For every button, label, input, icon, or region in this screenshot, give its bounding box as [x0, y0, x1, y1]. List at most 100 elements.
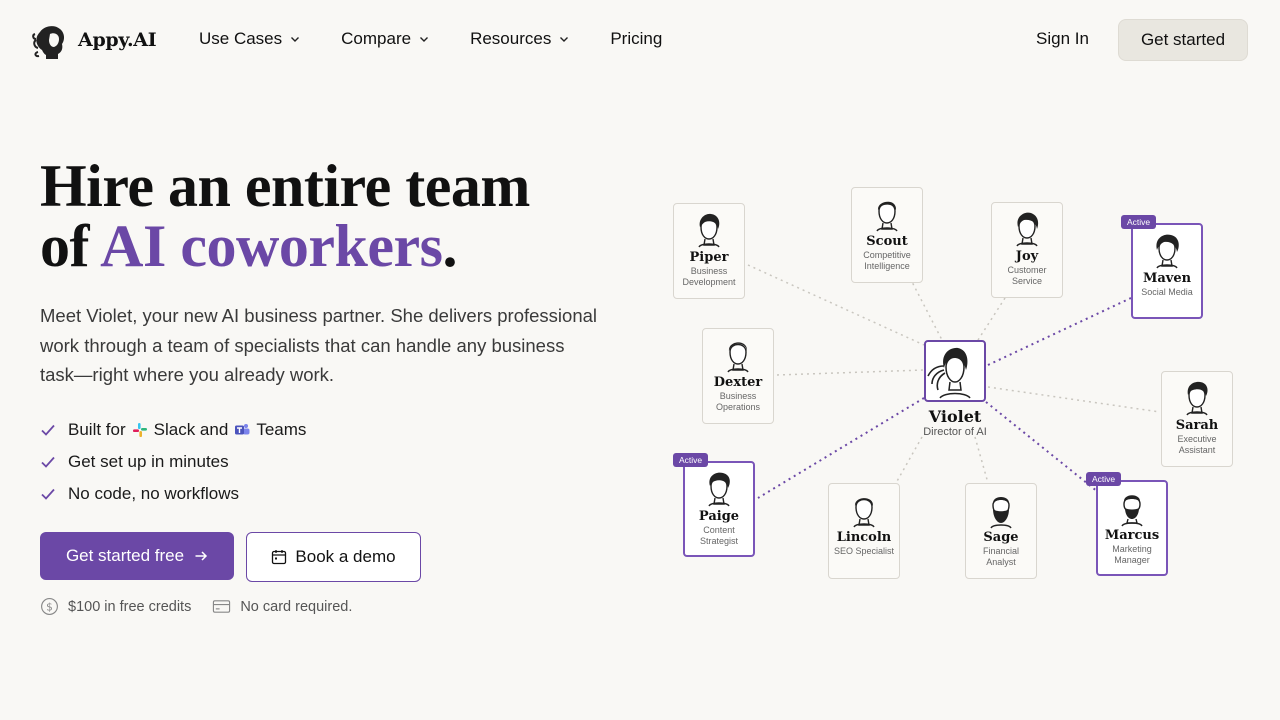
- sign-in-link[interactable]: Sign In: [1036, 29, 1089, 49]
- checkmark-icon: [41, 424, 55, 436]
- setup-label: Get set up in minutes: [68, 452, 229, 471]
- brand-name: Appy.AI: [78, 29, 157, 51]
- nav-use-cases-label: Use Cases: [199, 29, 283, 48]
- check-setup: Get set up in minutes: [40, 446, 306, 478]
- violet-role: Director of AI: [923, 426, 987, 438]
- portrait-icon: [1186, 381, 1208, 416]
- agent-role: Marketing Manager: [1112, 544, 1152, 565]
- agent-role: Business Development: [682, 266, 736, 287]
- arrow-right-icon: [195, 551, 208, 561]
- teams-label: Teams: [256, 420, 307, 439]
- nav-pricing[interactable]: Pricing: [610, 29, 662, 49]
- agent-role: Financial Analyst: [982, 546, 1020, 567]
- get-started-free-label: Get started free: [65, 546, 185, 565]
- active-badge: Active: [1121, 215, 1157, 229]
- agent-name: Paige: [698, 509, 740, 524]
- checkmark-icon: [41, 488, 55, 500]
- agent-role: Content Strategist: [699, 525, 739, 546]
- chevron-down-icon: [420, 37, 429, 42]
- feature-checklist: Built for Slack and Teams Get set up in …: [40, 414, 306, 510]
- nocode-label: No code, no workflows: [68, 484, 240, 503]
- portrait-icon: [727, 342, 749, 373]
- agent-name: Sarah: [1175, 418, 1219, 433]
- agent-name: Sage: [983, 530, 1019, 545]
- brand-logo[interactable]: Appy.AI: [32, 20, 157, 60]
- hero-title-line1: Hire an entire team: [40, 153, 530, 219]
- violet-face-icon: [927, 347, 971, 399]
- hero-title-period: .: [442, 213, 457, 279]
- teams-icon: [235, 424, 250, 435]
- agent-role: Social Media: [1141, 287, 1193, 297]
- hero-title-of: of: [40, 213, 101, 279]
- nav-resources-label: Resources: [470, 29, 552, 48]
- card-note: No card required.: [212, 597, 352, 616]
- agent-card-lincoln[interactable]: Lincoln SEO Specialist: [828, 483, 900, 579]
- card-note-label: No card required.: [240, 598, 353, 615]
- get-started-button[interactable]: Get started: [1118, 19, 1248, 61]
- agent-card-scout[interactable]: Scout Competitive Intelligence: [851, 187, 923, 283]
- agent-name: Joy: [1015, 249, 1039, 264]
- hero-description: Meet Violet, your new AI business partne…: [40, 305, 598, 385]
- get-started-free-button[interactable]: Get started free: [40, 532, 234, 580]
- woman-profile-logo-icon: [32, 26, 65, 59]
- portrait-icon: [708, 472, 730, 507]
- site-header: Appy.AI Use Cases Compare Resources Pric…: [0, 0, 1280, 80]
- agent-card-maven[interactable]: Active Maven Social Media: [1121, 215, 1203, 319]
- agent-card-paige[interactable]: Active Paige Content Strategist: [673, 453, 755, 557]
- chevron-down-icon: [560, 37, 569, 42]
- dollar-coin-icon: $: [41, 598, 58, 615]
- agent-name: Lincoln: [836, 530, 892, 545]
- nav-pricing-label: Pricing: [610, 29, 663, 48]
- portrait-icon: [698, 213, 720, 248]
- nav-compare-label: Compare: [341, 29, 412, 48]
- agent-name: Maven: [1142, 271, 1192, 286]
- checkmark-icon: [41, 456, 55, 468]
- agent-role: Competitive Intelligence: [863, 250, 911, 271]
- agent-role: SEO Specialist: [833, 546, 895, 556]
- portrait-icon: [1156, 234, 1179, 269]
- agent-role: Executive Assistant: [1177, 434, 1217, 455]
- book-demo-label: Book a demo: [295, 547, 396, 566]
- calendar-icon: [272, 550, 287, 565]
- portrait-icon: [876, 201, 898, 232]
- agent-name: Scout: [866, 234, 908, 249]
- agent-card-sarah[interactable]: Sarah Executive Assistant: [1161, 371, 1233, 467]
- active-badge: Active: [1086, 472, 1122, 486]
- hero-title: Hire an entire team of AI coworkers.: [40, 156, 530, 276]
- slack-label: Slack and: [153, 420, 229, 439]
- credits-note: $ $100 in free credits: [40, 597, 191, 616]
- agent-name: Dexter: [713, 375, 763, 390]
- portrait-icon: [853, 498, 875, 528]
- chevron-down-icon: [291, 37, 300, 42]
- svg-text:$: $: [46, 601, 53, 613]
- main-nav: Use Cases Compare Resources Pricing: [199, 29, 703, 49]
- agent-card-marcus[interactable]: Active Marcus Marketing Manager: [1086, 472, 1168, 576]
- agent-card-dexter[interactable]: Dexter Business Operations: [702, 328, 774, 424]
- active-badge: Active: [673, 453, 709, 467]
- agent-card-joy[interactable]: Joy Customer Service: [991, 202, 1063, 298]
- check-built-for: Built for Slack and Teams: [40, 414, 306, 446]
- agent-role: Customer Service: [1007, 265, 1047, 286]
- agent-role: Business Operations: [715, 391, 761, 412]
- agent-name: Marcus: [1104, 528, 1160, 543]
- slack-icon: [132, 423, 147, 437]
- ai-team-diagram: Piper Business Development Scout Competi…: [660, 180, 1250, 590]
- hero-title-accent: AI coworkers: [100, 213, 443, 279]
- agent-name: Piper: [689, 250, 729, 265]
- portrait-icon: [1121, 495, 1143, 527]
- credit-card-icon: [213, 600, 231, 613]
- nav-compare[interactable]: Compare: [341, 29, 429, 49]
- agent-card-piper[interactable]: Piper Business Development: [673, 203, 745, 299]
- cta-footnotes: $ $100 in free credits No card required.: [40, 597, 373, 616]
- portrait-icon: [990, 497, 1012, 529]
- built-for-label: Built for: [68, 420, 126, 439]
- violet-portrait[interactable]: [924, 340, 986, 402]
- nav-resources[interactable]: Resources: [470, 29, 569, 49]
- violet-name: Violet: [928, 407, 982, 426]
- credits-note-label: $100 in free credits: [68, 598, 192, 615]
- nav-use-cases[interactable]: Use Cases: [199, 29, 300, 49]
- portrait-icon: [1016, 212, 1039, 247]
- agent-card-sage[interactable]: Sage Financial Analyst: [965, 483, 1037, 579]
- check-nocode: No code, no workflows: [40, 478, 306, 510]
- book-demo-button[interactable]: Book a demo: [246, 532, 421, 582]
